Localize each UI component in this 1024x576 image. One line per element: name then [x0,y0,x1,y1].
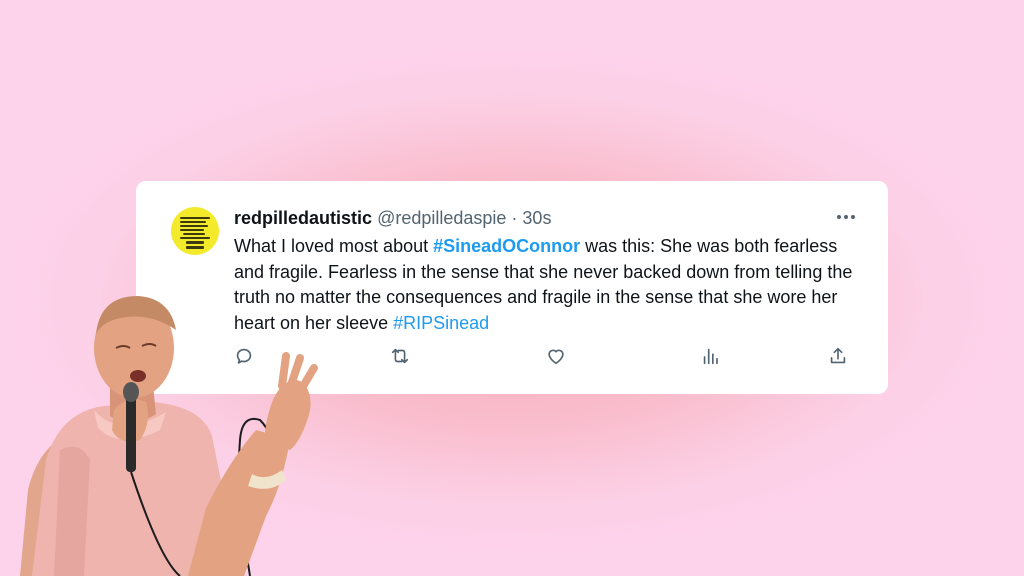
hashtag-sineadoconnor[interactable]: #SineadOConnor [433,236,580,256]
display-name[interactable]: redpilledautistic [234,208,372,228]
tweet-header: redpilledautistic @redpilledaspie · 30s [234,207,551,229]
retweet-icon[interactable] [389,345,413,369]
more-dots-icon[interactable] [836,207,856,227]
hashtag-ripsinead[interactable]: #RIPSinead [393,313,489,333]
separator: · [506,208,523,228]
singer-photo [20,296,318,576]
timestamp[interactable]: 30s [522,208,551,228]
avatar-sticker-text-graphic [180,217,210,251]
avatar[interactable] [171,207,219,255]
views-chart-icon[interactable] [700,345,724,369]
tweet-text-part: What I loved most about [234,236,434,256]
handle[interactable]: @redpilledaspie [377,208,506,228]
share-icon[interactable] [827,345,851,369]
heart-icon[interactable] [545,345,569,369]
